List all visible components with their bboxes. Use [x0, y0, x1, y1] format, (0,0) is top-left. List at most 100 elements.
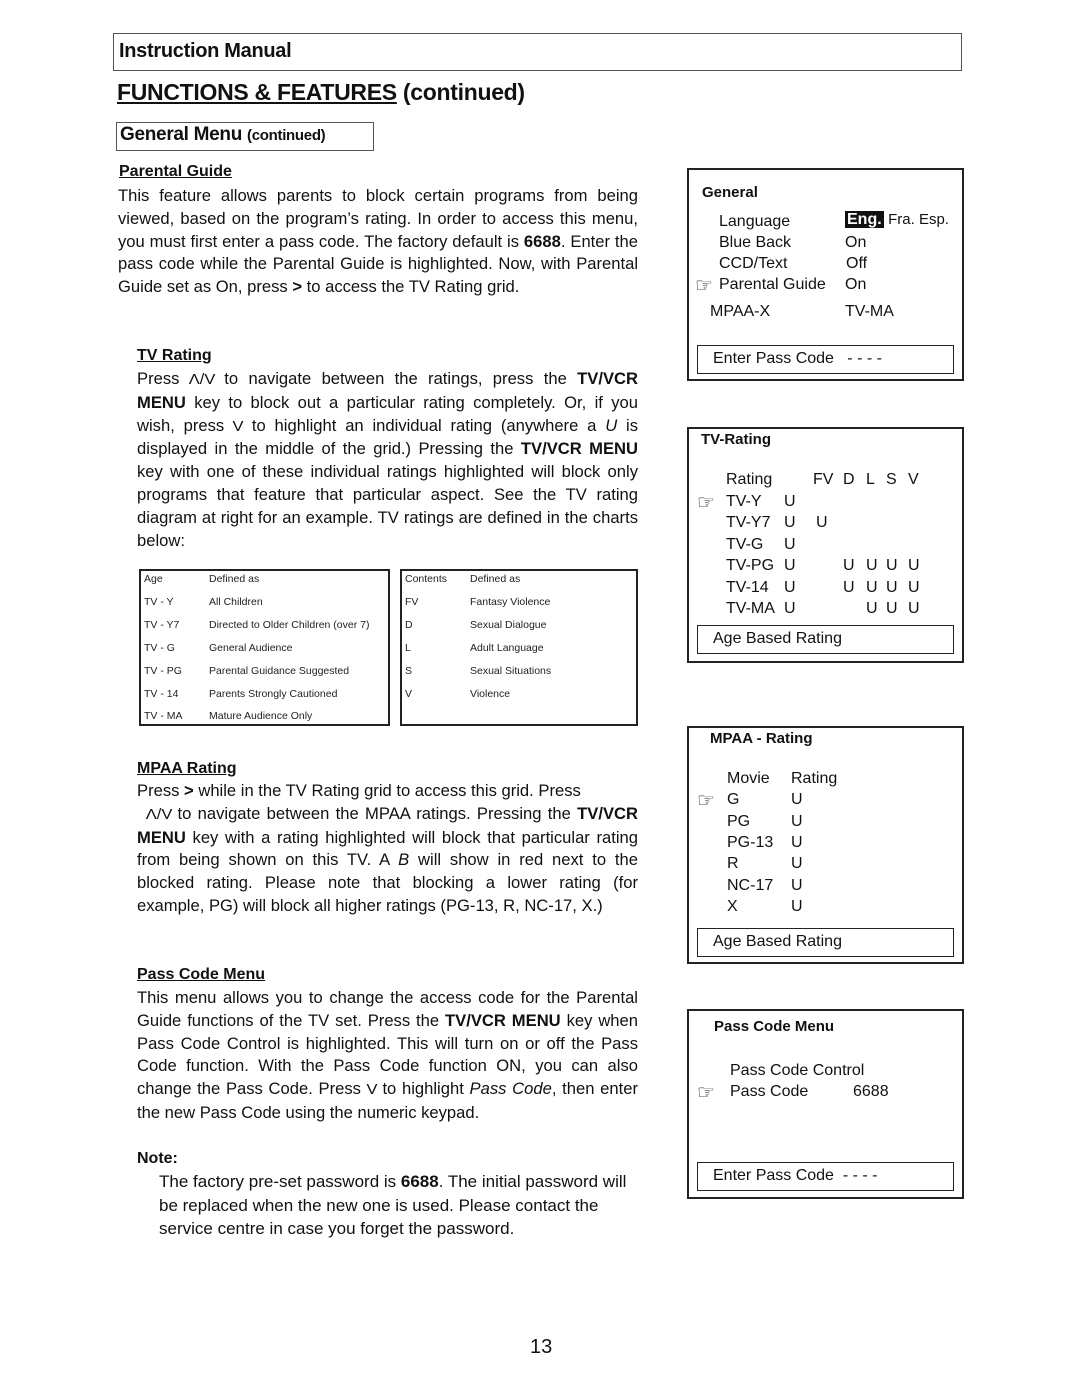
up-down-arrow-icon: Λ/V: [145, 805, 173, 823]
rating-row-label[interactable]: TV-PG: [726, 557, 774, 575]
section-title: FUNCTIONS & FEATURES (continued): [117, 79, 525, 106]
code-cell: TV - Y: [144, 595, 174, 608]
rating-cell[interactable]: U: [908, 557, 920, 575]
rating-row-label[interactable]: TV-MA: [726, 600, 775, 618]
osd-row-label: Language: [719, 213, 791, 230]
rating-cell[interactable]: U: [843, 579, 855, 597]
code-cell: D: [405, 618, 413, 631]
text-run: B: [398, 850, 410, 870]
pass-code-item[interactable]: Pass Code: [730, 1083, 808, 1101]
pointing-hand-icon: ☞: [697, 1082, 715, 1104]
text-run: Press: [137, 369, 190, 388]
manual-title: Instruction Manual: [119, 40, 292, 62]
text-run: while in the TV Rating grid to access th…: [193, 781, 581, 800]
text-run: key with one of these individual ratings…: [137, 462, 638, 550]
definition-cell: Sexual Dialogue: [470, 618, 547, 631]
language-selected[interactable]: Eng.: [845, 211, 884, 228]
rating-cell[interactable]: U: [843, 557, 855, 575]
contents-definition-table: Contents Defined as FV Fantasy Violence D Sex…: [400, 569, 638, 726]
text-run: Pass Code: [469, 1079, 552, 1099]
text-run: to navigate between the MPAA ratings. Pr…: [171, 803, 578, 823]
definition-cell: Fantasy Violence: [470, 595, 551, 608]
enter-pass-code-label: Enter Pass Code - - - -: [713, 350, 882, 368]
section-title-main: FUNCTIONS & FEATURES: [117, 79, 397, 105]
rating-row-label[interactable]: TV-14: [726, 579, 769, 597]
rating-row-label[interactable]: TV-G: [726, 536, 763, 554]
pointing-hand-icon: ☞: [695, 275, 713, 297]
pass-code-placeholder: - - - -: [842, 1167, 878, 1184]
table-header: Contents Defined as: [405, 573, 645, 587]
language-other[interactable]: Fra. Esp.: [888, 211, 949, 228]
definition-cell: Directed to Older Children (over 7): [209, 618, 370, 631]
osd-general-title: General: [702, 184, 758, 201]
rating-cell[interactable]: U: [784, 514, 796, 532]
mpaa-rating-text: Press > while in the TV Rating grid to a…: [137, 780, 638, 918]
tv-rating-heading: TV Rating: [137, 347, 212, 364]
default-code: 6688: [523, 231, 561, 251]
mpaa-row-label[interactable]: G: [727, 791, 739, 809]
pass-code-control-item[interactable]: Pass Code Control: [730, 1062, 864, 1080]
right-key-glyph: >: [184, 781, 194, 800]
default-code: 6688: [400, 1172, 439, 1191]
grid-header: V: [908, 471, 919, 488]
rating-cell[interactable]: U: [866, 557, 878, 575]
note-label: Note:: [137, 1150, 178, 1167]
mpaa-row-label[interactable]: PG-13: [727, 834, 773, 852]
mpaa-rating-cell[interactable]: U: [791, 898, 803, 916]
right-key-glyph: >: [292, 277, 303, 297]
mpaa-rating-cell[interactable]: U: [791, 877, 803, 895]
parental-guide-text: This feature allows parents to block cer…: [118, 185, 638, 299]
osd-row-value: Off: [846, 255, 868, 272]
code-cell: TV - Y7: [144, 618, 180, 631]
grid-header: D: [843, 471, 855, 488]
osd-extra-label: MPAA-X: [710, 303, 771, 320]
rating-row-label[interactable]: TV-Y7: [726, 514, 770, 532]
rating-cell[interactable]: U: [908, 600, 920, 618]
grid-header: FV: [813, 471, 834, 488]
rating-cell[interactable]: U: [886, 579, 898, 597]
text-run: U: [605, 415, 618, 435]
grid-header: S: [886, 471, 897, 488]
rating-cell[interactable]: U: [784, 600, 796, 618]
pointing-hand-icon: ☞: [697, 491, 715, 514]
mpaa-rating-cell[interactable]: U: [791, 834, 803, 852]
rating-cell[interactable]: U: [886, 600, 898, 618]
mpaa-row-label[interactable]: PG: [727, 813, 750, 831]
rating-cell[interactable]: U: [784, 493, 796, 511]
header-cell: Age: [144, 573, 163, 585]
down-arrow-icon: V: [366, 1081, 378, 1099]
rating-cell[interactable]: U: [866, 579, 878, 597]
osd-row-label: Blue Back: [719, 234, 792, 251]
key-name: TV/VCR MENU: [520, 439, 638, 459]
rating-row-label[interactable]: TV-Y: [726, 493, 762, 511]
mpaa-row-label[interactable]: X: [727, 898, 738, 916]
rating-cell[interactable]: U: [784, 557, 796, 575]
text-run: Press: [137, 781, 185, 800]
rating-cell[interactable]: U: [784, 536, 796, 554]
note-text: The factory pre-set password is 6688. Th…: [159, 1170, 644, 1241]
mpaa-rating-cell[interactable]: U: [791, 813, 803, 831]
rating-cell[interactable]: U: [784, 579, 796, 597]
text-run: Enter Pass Code: [713, 350, 834, 367]
code-cell: L: [405, 641, 411, 654]
osd-language-options[interactable]: Eng. Fra. Esp.: [845, 211, 949, 229]
rating-cell[interactable]: U: [908, 579, 920, 597]
mpaa-row-label[interactable]: R: [727, 855, 739, 873]
contents-table-row: FV Fantasy Violence: [405, 596, 645, 610]
rating-cell[interactable]: U: [866, 600, 878, 618]
key-name: TV/VCR MENU: [445, 1010, 561, 1030]
mpaa-row-label[interactable]: NC-17: [727, 877, 773, 895]
code-cell: TV - 14: [144, 687, 179, 700]
contents-table-row: S Sexual Situations: [405, 665, 645, 679]
osd-row-value: On: [845, 276, 867, 293]
mpaa-rating-cell[interactable]: U: [791, 855, 803, 873]
enter-pass-code-label: Enter Pass Code - - - -: [713, 1167, 878, 1185]
osd-mpaa-title: MPAA - Rating: [710, 730, 813, 747]
pass-code-value: 6688: [853, 1083, 889, 1100]
rating-cell[interactable]: U: [886, 557, 898, 575]
mpaa-rating-cell[interactable]: U: [791, 791, 803, 809]
definition-cell: Mature Audience Only: [209, 710, 313, 723]
rating-cell[interactable]: U: [816, 514, 828, 532]
definition-cell: Adult Language: [470, 641, 544, 654]
grid-header: Movie: [727, 770, 770, 787]
